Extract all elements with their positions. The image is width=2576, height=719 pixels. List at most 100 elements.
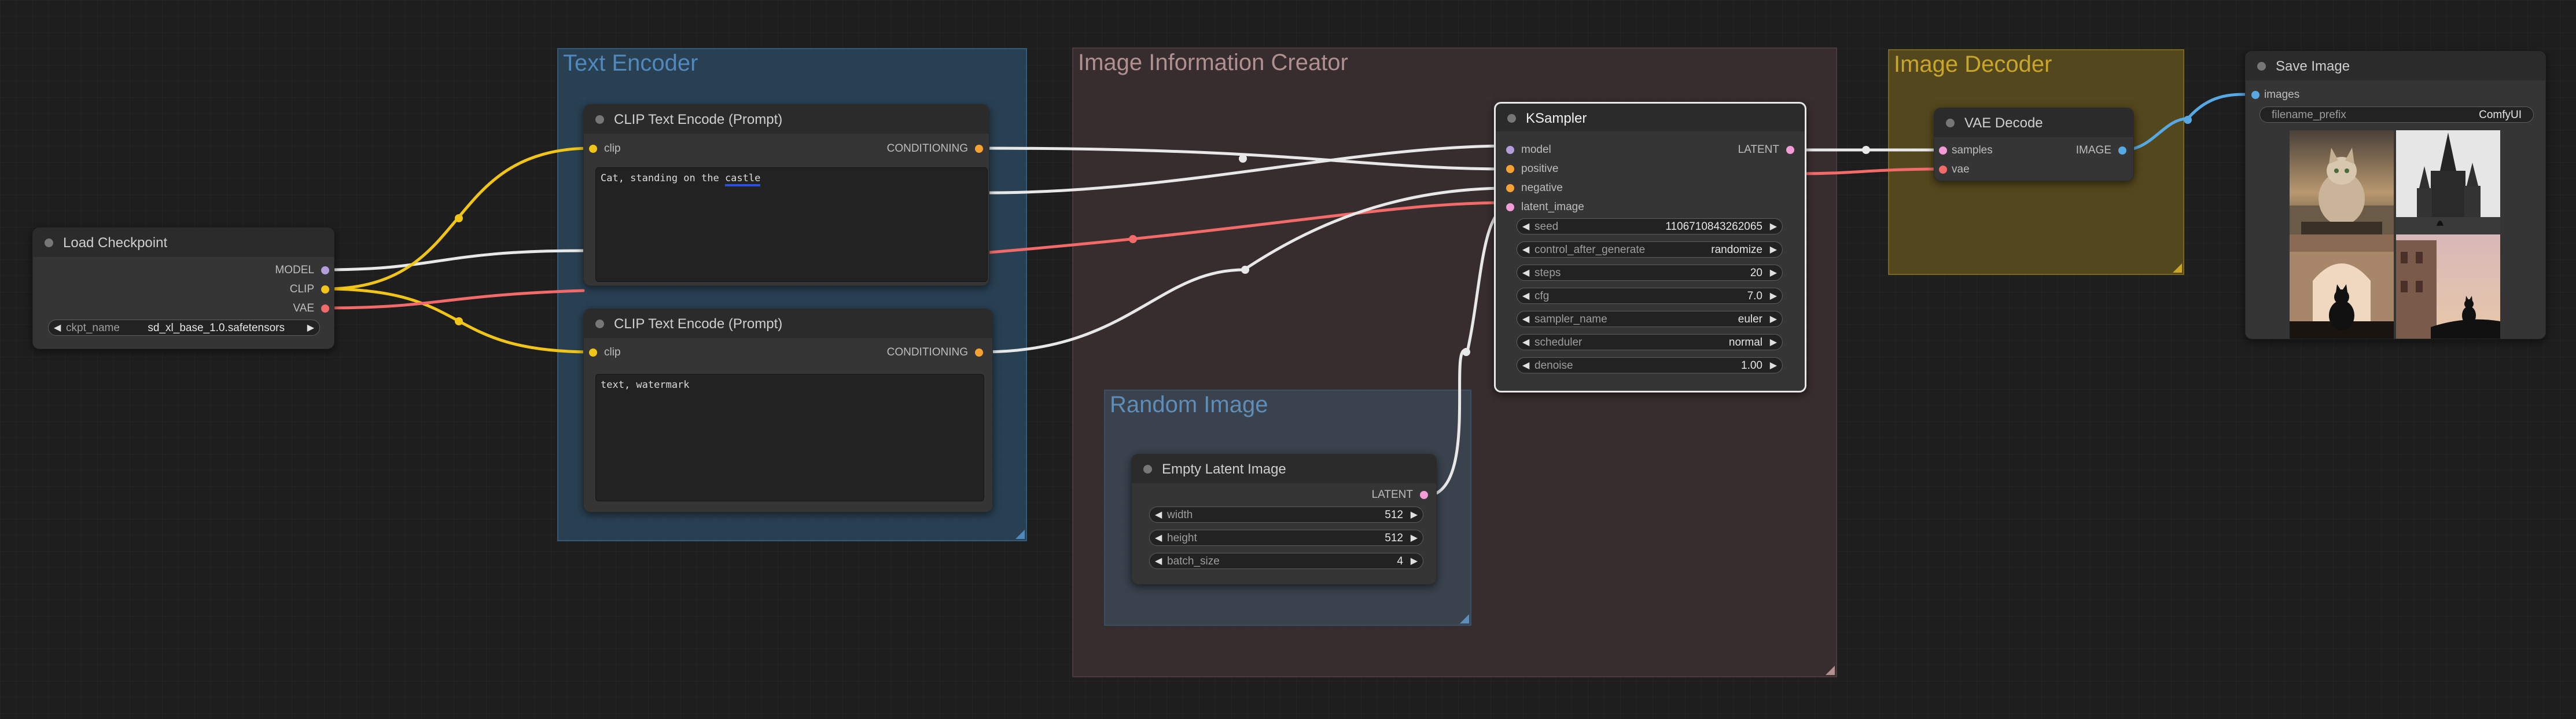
node-header[interactable]: Save Image xyxy=(2246,52,2545,80)
ckpt-name-selector[interactable]: ◀ ckpt_name sd_xl_base_1.0.safetensors ▶ xyxy=(48,320,320,336)
cat-sitting-thumbnail[interactable] xyxy=(2290,130,2394,234)
increment-arrow-icon[interactable]: ▶ xyxy=(1770,290,1777,302)
increment-arrow-icon[interactable]: ▶ xyxy=(1411,555,1418,567)
increment-arrow-icon[interactable]: ▶ xyxy=(307,322,314,333)
node-header[interactable]: KSampler xyxy=(1496,104,1805,131)
vae-decode-node[interactable]: VAE Decode samples vae IMAGE xyxy=(1934,108,2134,181)
ksampler-node[interactable]: KSampler model positive negative latent_… xyxy=(1494,102,1806,392)
decrement-arrow-icon[interactable]: ◀ xyxy=(1155,532,1162,544)
width-widget[interactable]: ◀ width 512 ▶ xyxy=(1149,507,1423,523)
node-header[interactable]: CLIP Text Encode (Prompt) xyxy=(584,309,992,338)
widget-value: 1.00 xyxy=(1741,360,1762,372)
collapse-toggle-icon[interactable] xyxy=(595,115,604,124)
output-label-conditioning: CONDITIONING xyxy=(886,142,968,155)
empty-latent-image-node[interactable]: Empty Latent Image LATENT ◀ width 512 ▶ … xyxy=(1131,454,1437,585)
input-slot-latent-image[interactable] xyxy=(1506,203,1514,211)
collapse-toggle-icon[interactable] xyxy=(2257,62,2266,71)
sampler-name-widget[interactable]: ◀ sampler_name euler ▶ xyxy=(1517,311,1783,327)
input-slot-positive[interactable] xyxy=(1506,165,1514,173)
denoise-widget[interactable]: ◀ denoise 1.00 ▶ xyxy=(1517,357,1783,373)
decrement-arrow-icon[interactable]: ◀ xyxy=(1155,555,1162,567)
clip-text-encode-negative-node[interactable]: CLIP Text Encode (Prompt) clip CONDITION… xyxy=(583,309,993,512)
increment-arrow-icon[interactable]: ▶ xyxy=(1770,336,1777,348)
input-slot-images[interactable] xyxy=(2251,91,2259,99)
decrement-arrow-icon[interactable]: ◀ xyxy=(1522,290,1529,302)
decrement-arrow-icon[interactable]: ◀ xyxy=(1522,336,1529,348)
output-label-latent: LATENT xyxy=(1738,144,1779,156)
clip-text-encode-positive-node[interactable]: CLIP Text Encode (Prompt) clip CONDITION… xyxy=(583,104,989,286)
reroute-dot xyxy=(1241,266,1249,274)
output-slot-image[interactable] xyxy=(2118,146,2126,155)
input-slot-samples[interactable] xyxy=(1939,146,1947,155)
output-slot-conditioning[interactable] xyxy=(975,349,983,357)
decrement-arrow-icon[interactable]: ◀ xyxy=(1522,221,1529,232)
cat-on-tower-thumbnail[interactable] xyxy=(2396,234,2500,339)
filename-prefix-input[interactable]: filename_prefix ComfyUI xyxy=(2259,107,2534,123)
increment-arrow-icon[interactable]: ▶ xyxy=(1411,509,1418,520)
batch-size-widget[interactable]: ◀ batch_size 4 ▶ xyxy=(1149,553,1423,569)
increment-arrow-icon[interactable]: ▶ xyxy=(1770,267,1777,278)
node-header[interactable]: CLIP Text Encode (Prompt) xyxy=(584,105,989,134)
decrement-arrow-icon[interactable]: ◀ xyxy=(54,322,61,333)
output-slot-latent[interactable] xyxy=(1786,146,1794,154)
widget-name: height xyxy=(1167,532,1197,544)
widget-name: denoise xyxy=(1534,360,1573,372)
output-slot-model[interactable] xyxy=(321,266,329,274)
input-slot-negative[interactable] xyxy=(1506,184,1514,192)
cfg-widget[interactable]: ◀ cfg 7.0 ▶ xyxy=(1517,288,1783,304)
decrement-arrow-icon[interactable]: ◀ xyxy=(1522,313,1529,325)
node-header[interactable]: Load Checkpoint xyxy=(33,228,334,257)
increment-arrow-icon[interactable]: ▶ xyxy=(1770,313,1777,325)
decrement-arrow-icon[interactable]: ◀ xyxy=(1522,244,1529,255)
input-slot-vae[interactable] xyxy=(1939,166,1947,174)
increment-arrow-icon[interactable]: ▶ xyxy=(1411,532,1418,544)
prompt-textarea[interactable]: Cat, standing on the castle xyxy=(595,167,988,282)
widget-value: euler xyxy=(1738,313,1762,325)
control-after-generate-widget[interactable]: ◀ control_after_generate randomize ▶ xyxy=(1517,241,1783,258)
height-widget[interactable]: ◀ height 512 ▶ xyxy=(1149,530,1423,546)
widget-name: sampler_name xyxy=(1534,313,1607,325)
cat-in-archway-thumbnail[interactable] xyxy=(2290,234,2394,339)
widget-value: sd_xl_base_1.0.safetensors xyxy=(148,322,285,334)
decrement-arrow-icon[interactable]: ◀ xyxy=(1522,267,1529,278)
node-header[interactable]: VAE Decode xyxy=(1934,108,2133,137)
reroute-dot xyxy=(1239,155,1247,163)
increment-arrow-icon[interactable]: ▶ xyxy=(1770,221,1777,232)
increment-arrow-icon[interactable]: ▶ xyxy=(1770,244,1777,255)
node-title: Empty Latent Image xyxy=(1162,461,1286,477)
input-slot-clip[interactable] xyxy=(589,349,597,357)
scheduler-widget[interactable]: ◀ scheduler normal ▶ xyxy=(1517,334,1783,350)
output-label-vae: VAE xyxy=(293,302,314,314)
collapse-toggle-icon[interactable] xyxy=(1507,114,1516,123)
save-image-node[interactable]: Save Image images filename_prefix ComfyU… xyxy=(2245,51,2546,339)
seed-widget[interactable]: ◀ seed 1106710843262065 ▶ xyxy=(1517,218,1783,234)
output-slot-conditioning[interactable] xyxy=(975,145,983,153)
steps-widget[interactable]: ◀ steps 20 ▶ xyxy=(1517,265,1783,281)
increment-arrow-icon[interactable]: ▶ xyxy=(1770,360,1777,371)
output-slot-latent[interactable] xyxy=(1420,491,1428,499)
widget-name: ckpt_name xyxy=(66,322,120,334)
decrement-arrow-icon[interactable]: ◀ xyxy=(1155,509,1162,520)
reroute-dot xyxy=(1462,348,1470,356)
output-slot-clip[interactable] xyxy=(321,285,329,294)
node-header[interactable]: Empty Latent Image xyxy=(1132,454,1436,483)
output-slot-vae[interactable] xyxy=(321,305,329,313)
input-slot-model[interactable] xyxy=(1506,146,1514,154)
decrement-arrow-icon[interactable]: ◀ xyxy=(1522,360,1529,371)
widget-name: width xyxy=(1167,509,1193,521)
node-title: VAE Decode xyxy=(1964,115,2043,131)
input-label-clip: clip xyxy=(604,346,621,358)
collapse-toggle-icon[interactable] xyxy=(1946,119,1955,127)
prompt-textarea[interactable]: text, watermark xyxy=(595,374,984,501)
collapse-toggle-icon[interactable] xyxy=(1143,465,1152,474)
widget-name: filename_prefix xyxy=(2272,109,2346,121)
collapse-toggle-icon[interactable] xyxy=(45,239,53,247)
input-slot-clip[interactable] xyxy=(589,145,597,153)
load-checkpoint-node[interactable]: Load Checkpoint MODEL CLIP VAE ◀ ckpt_na… xyxy=(32,228,334,349)
widget-value: 7.0 xyxy=(1747,290,1762,302)
widget-name: scheduler xyxy=(1534,336,1583,349)
castle-thumbnail[interactable] xyxy=(2396,130,2500,234)
widget-name: batch_size xyxy=(1167,555,1220,567)
reroute-dot xyxy=(455,317,463,325)
collapse-toggle-icon[interactable] xyxy=(595,320,604,328)
